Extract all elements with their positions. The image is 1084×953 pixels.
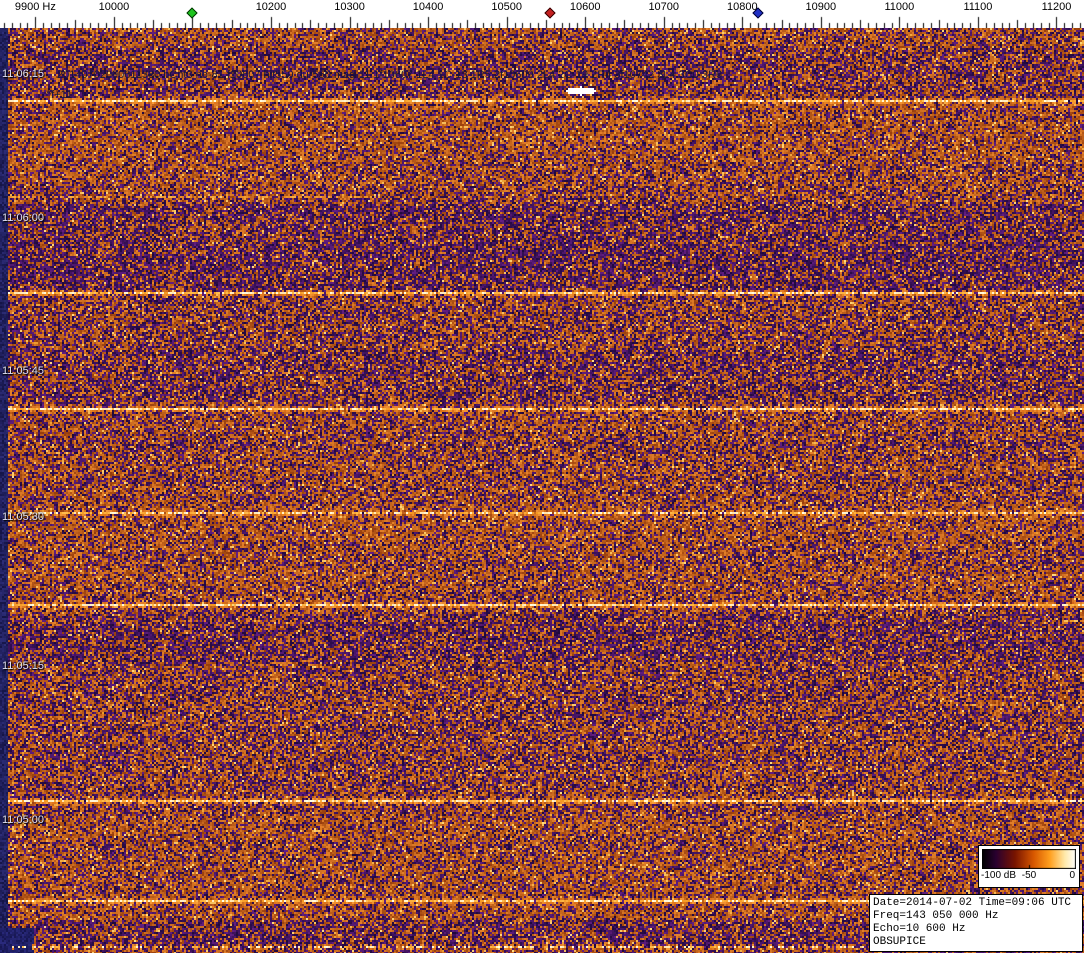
info-line-echo: Echo=10 600 Hz bbox=[873, 923, 1079, 936]
freq-label: 11000 bbox=[885, 1, 915, 13]
freq-label: 10500 bbox=[491, 1, 522, 13]
freq-label: 10200 bbox=[256, 1, 287, 13]
detection-annotation: 20140702090611380 hCnt3 nb-81 f10607 hit… bbox=[57, 69, 722, 81]
info-line-freq: Freq=143 050 000 Hz bbox=[873, 910, 1079, 923]
time-label: 11:06:00 bbox=[2, 212, 44, 224]
frequency-ruler: 9900 Hz 10000 10200 10300 10400 10500 10600 107… bbox=[0, 0, 1084, 28]
freq-label: 10900 bbox=[806, 1, 837, 13]
freq-label: 10700 bbox=[648, 1, 679, 13]
frequency-ruler-ticks bbox=[0, 0, 1084, 28]
time-label: 11:05:45 bbox=[2, 365, 44, 377]
spectrogram-canvas[interactable] bbox=[0, 28, 1084, 953]
observation-info-panel: Date=2014-07-02 Time=09:06 UTC Freq=143 … bbox=[869, 894, 1083, 952]
freq-label: 11200 bbox=[1042, 1, 1072, 13]
colorbar-tick-label: -50 bbox=[1022, 870, 1036, 881]
time-label: 11:05:15 bbox=[2, 660, 44, 672]
time-label: 11:06:15 bbox=[2, 68, 44, 80]
colorbar-legend: -100 dB -50 0 bbox=[978, 845, 1080, 888]
colorbar-tick-labels: -100 dB -50 0 bbox=[979, 870, 1079, 884]
freq-label: 10400 bbox=[413, 1, 444, 13]
colorbar-tick-label: -100 dB bbox=[981, 870, 1016, 881]
time-label: 11:05:00 bbox=[2, 814, 44, 826]
colorbar-gradient bbox=[982, 849, 1076, 869]
freq-label: 9900 Hz bbox=[15, 1, 56, 13]
colorbar-tick-label: 0 bbox=[1069, 870, 1075, 881]
time-label: 11:05:30 bbox=[2, 511, 44, 523]
freq-label: 10300 bbox=[334, 1, 365, 13]
spectrogram: 11:06:15 11:06:00 11:05:45 11:05:30 11:05:15… bbox=[0, 28, 1084, 953]
frequency-offset-marker: ^f+11 bbox=[46, 89, 72, 101]
info-line-station: OBSUPICE bbox=[873, 936, 1079, 949]
freq-label: 11100 bbox=[963, 1, 992, 13]
freq-label: 10600 bbox=[570, 1, 601, 13]
meteor-spectrogram-app: 9900 Hz 10000 10200 10300 10400 10500 10600 107… bbox=[0, 0, 1084, 953]
freq-label: 10000 bbox=[99, 1, 130, 13]
info-line-date: Date=2014-07-02 Time=09:06 UTC bbox=[873, 897, 1079, 910]
